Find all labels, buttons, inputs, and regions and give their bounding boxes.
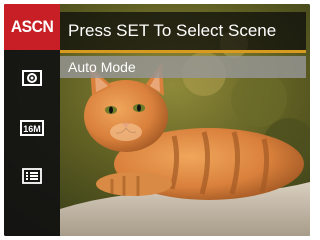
- menu-list-icon: [22, 168, 42, 184]
- page-title: Press SET To Select Scene: [68, 21, 277, 40]
- sidebar-item-image-size[interactable]: 16M: [4, 108, 60, 148]
- metering-icon: [22, 70, 42, 86]
- sidebar-item-menu[interactable]: [4, 156, 60, 196]
- image-size-label: 16M: [23, 124, 41, 134]
- camera-screen: ASCN 16M Press SET To Select Scene Auto …: [4, 4, 310, 236]
- image-size-icon: 16M: [20, 120, 44, 136]
- sidebar-item-scene-mode[interactable]: ASCN: [4, 4, 60, 50]
- selected-mode-label: Auto Mode: [68, 59, 136, 75]
- sidebar: ASCN 16M: [4, 4, 60, 236]
- sidebar-item-metering[interactable]: [4, 58, 60, 98]
- mode-selection-bar[interactable]: Auto Mode: [60, 56, 306, 78]
- title-bar: Press SET To Select Scene: [60, 12, 306, 53]
- scene-mode-label: ASCN: [10, 17, 54, 36]
